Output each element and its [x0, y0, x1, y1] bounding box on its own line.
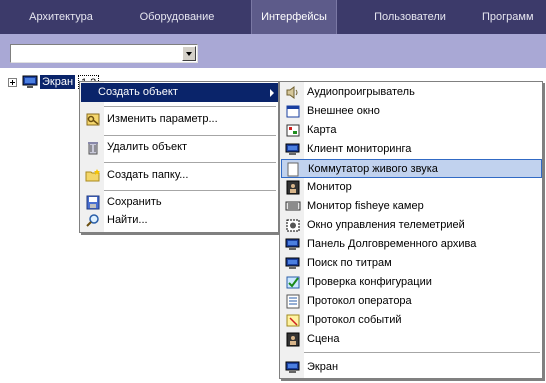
object-filter-combo[interactable] — [10, 44, 198, 63]
menu-item-label: Сохранить — [107, 196, 162, 208]
submenu-item-titles-search[interactable]: Поиск по титрам — [281, 254, 542, 273]
menu-item-label: Клиент мониторинга — [307, 143, 412, 155]
menu-item-label: Коммутатор живого звука — [308, 163, 438, 175]
main-tabbar: Архитектура Оборудование Интерфейсы Поль… — [0, 0, 546, 34]
menu-item-label: Найти... — [107, 214, 148, 226]
menu-item-label: Поиск по титрам — [307, 257, 392, 269]
tree-expand-icon[interactable] — [8, 78, 17, 87]
menu-item-label: Создать папку... — [107, 169, 189, 181]
create-object-submenu: Аудиопроигрыватель Внешнее окно Карта Кл… — [279, 81, 543, 379]
menu-item-label: Изменить параметр... — [107, 113, 218, 125]
tree-item-screen[interactable]: Экран — [40, 75, 76, 89]
window-icon — [286, 105, 300, 118]
submenu-item-audio-player[interactable]: Аудиопроигрыватель — [281, 83, 542, 102]
menu-item-label: Сцена — [307, 333, 340, 345]
config-check-icon — [286, 276, 300, 289]
submenu-item-archive-panel[interactable]: Панель Долговременного архива — [281, 235, 542, 254]
monitor-icon — [22, 75, 38, 88]
delete-icon — [88, 142, 98, 155]
titles-search-icon — [285, 257, 300, 269]
menu-item-create-folder[interactable]: Создать папку... — [81, 166, 278, 185]
tab-equipment[interactable]: Оборудование — [128, 0, 226, 34]
submenu-item-events-log[interactable]: Протокол событий — [281, 311, 542, 330]
menu-separator — [104, 135, 276, 136]
submenu-item-telemetry-window[interactable]: Окно управления телеметрией — [281, 216, 542, 235]
menu-item-label: Монитор — [307, 181, 352, 193]
tab-architecture[interactable]: Архитектура — [14, 0, 108, 34]
new-folder-icon — [85, 169, 100, 182]
save-icon — [86, 195, 100, 210]
submenu-item-fisheye-monitor[interactable]: Монитор fisheye камер — [281, 197, 542, 216]
edit-key-icon — [86, 113, 100, 126]
fisheye-monitor-icon — [285, 201, 301, 211]
archive-panel-icon — [285, 238, 300, 250]
menu-separator — [104, 162, 276, 163]
submenu-item-monitor[interactable]: Монитор — [281, 178, 542, 197]
menu-item-label: Создать объект — [98, 86, 178, 98]
monitor-client-icon — [285, 143, 300, 155]
menu-item-label: Панель Долговременного архива — [307, 238, 477, 250]
menu-item-label: Протокол событий — [307, 314, 402, 326]
map-icon — [286, 124, 300, 137]
menu-item-label: Монитор fisheye камер — [307, 200, 424, 212]
menu-item-delete-object[interactable]: Удалить объект — [81, 138, 278, 157]
menu-item-label: Удалить объект — [107, 141, 188, 153]
menu-item-label: Внешнее окно — [307, 105, 380, 117]
telemetry-icon — [286, 219, 300, 232]
submenu-arrow-icon — [270, 89, 274, 97]
menu-item-label: Протокол оператора — [307, 295, 412, 307]
menu-item-find[interactable]: Найти... — [81, 211, 278, 230]
events-log-icon — [286, 314, 300, 327]
monitor-icon — [286, 180, 300, 195]
toolbar — [0, 34, 546, 68]
submenu-item-operator-log[interactable]: Протокол оператора — [281, 292, 542, 311]
menu-item-save[interactable]: Сохранить — [81, 193, 278, 212]
submenu-item-map[interactable]: Карта — [281, 121, 542, 140]
scene-icon — [286, 332, 300, 347]
speaker-icon — [286, 86, 298, 99]
menu-item-label: Экран — [307, 361, 339, 373]
submenu-item-config-check[interactable]: Проверка конфигурации — [281, 273, 542, 292]
context-menu: Создать объект Изменить параметр... Удал… — [79, 81, 279, 233]
submenu-item-screen[interactable]: Экран — [281, 358, 542, 377]
menu-item-label: Карта — [307, 124, 337, 136]
menu-separator — [304, 352, 540, 353]
sound-switch-icon — [287, 162, 299, 177]
submenu-item-external-window[interactable]: Внешнее окно — [281, 102, 542, 121]
find-icon — [86, 214, 99, 227]
tab-programs[interactable]: Программ — [482, 0, 546, 34]
tab-users[interactable]: Пользователи — [360, 0, 460, 34]
submenu-item-monitoring-client[interactable]: Клиент мониторинга — [281, 140, 542, 159]
menu-item-label: Окно управления телеметрией — [307, 219, 465, 231]
submenu-item-scene[interactable]: Сцена — [281, 330, 542, 349]
menu-separator — [104, 190, 276, 191]
menu-item-label: Проверка конфигурации — [307, 276, 432, 288]
submenu-item-live-sound-switch[interactable]: Коммутатор живого звука — [281, 159, 542, 178]
tab-interfaces[interactable]: Интерфейсы — [251, 0, 337, 34]
chevron-down-icon[interactable] — [182, 46, 196, 61]
menu-item-create-object[interactable]: Создать объект — [81, 83, 278, 102]
operator-log-icon — [286, 294, 300, 309]
menu-item-label: Аудиопроигрыватель — [307, 86, 415, 98]
screen-icon — [285, 361, 300, 373]
menu-separator — [104, 106, 276, 107]
menu-item-edit-parameter[interactable]: Изменить параметр... — [81, 110, 278, 129]
